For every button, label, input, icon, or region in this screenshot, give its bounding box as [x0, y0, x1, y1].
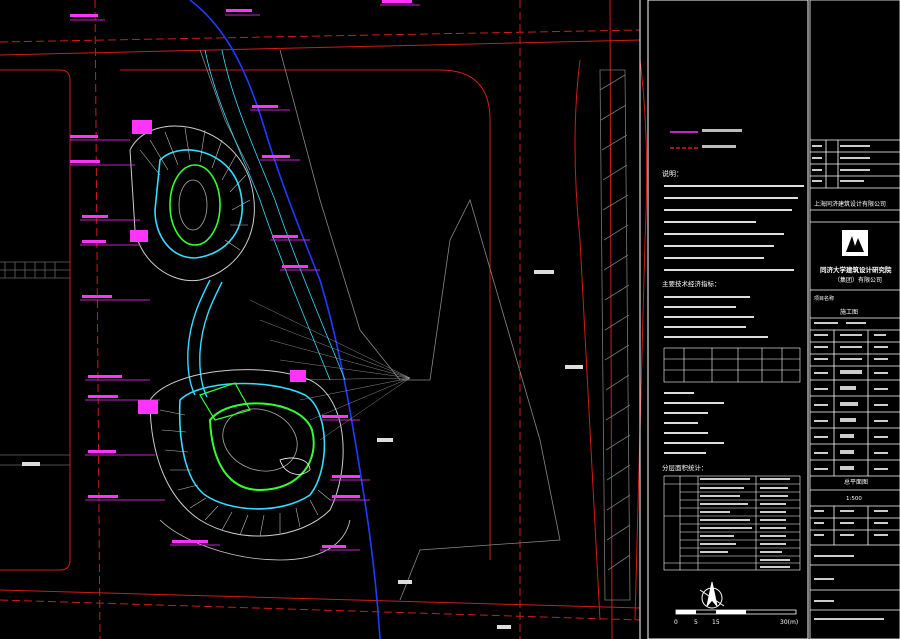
institute-name-line1: 同济大学建筑设计研究院 — [820, 265, 892, 274]
cad-drawing-canvas[interactable]: 说明： 主要技术经济指标： 分层面积统计： 0 5 15 30(m) 上海同济建… — [0, 0, 900, 639]
drawing-name: 总平面图 — [844, 478, 868, 486]
area-table-heading: 分层面积统计： — [662, 463, 708, 472]
institute-name-line2: （集团）有限公司 — [834, 276, 882, 284]
project-name: 施工图 — [840, 308, 858, 316]
drawing-scale: 1:500 — [846, 496, 862, 502]
notes-heading: 说明： — [662, 169, 683, 178]
scale-tick-5: 5 — [694, 619, 698, 626]
company-name: 上海同济建筑设计有限公司 — [814, 200, 886, 208]
institute-logo — [842, 230, 868, 256]
project-label: 项目名称 — [814, 295, 834, 302]
scale-tick-30: 30(m) — [780, 619, 798, 626]
scale-tick-0: 0 — [674, 619, 678, 626]
tech-heading: 主要技术经济指标： — [662, 279, 721, 288]
scale-tick-15: 15 — [712, 619, 720, 626]
